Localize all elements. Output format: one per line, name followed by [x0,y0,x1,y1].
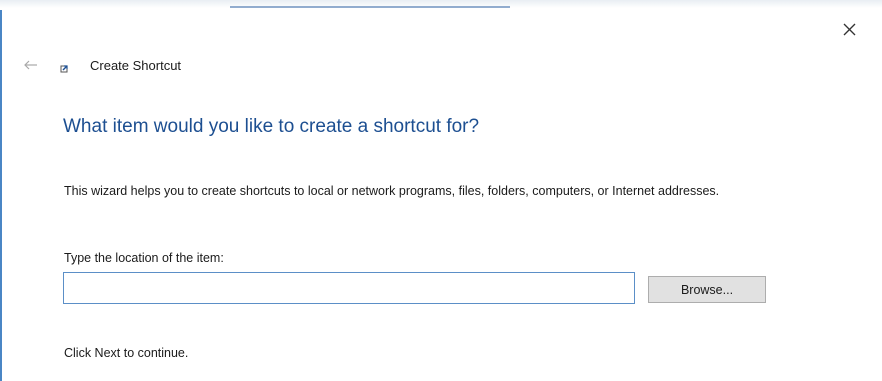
wizard-title: Create Shortcut [90,58,182,73]
create-shortcut-window: Create Shortcut What item would you like… [0,0,882,381]
back-button[interactable] [20,56,42,74]
location-input[interactable] [63,272,635,304]
back-arrow-icon [24,60,37,70]
page-heading: What item would you like to create a sho… [63,116,480,137]
window-top-line [230,6,510,8]
location-label: Type the location of the item: [64,251,224,265]
continue-note: Click Next to continue. [64,346,189,360]
wizard-description: This wizard helps you to create shortcut… [64,184,720,198]
browse-button[interactable]: Browse... [648,276,766,303]
window-left-border [0,10,2,381]
close-icon [843,23,855,35]
close-button[interactable] [834,14,864,44]
shortcut-wizard-icon [60,65,68,73]
